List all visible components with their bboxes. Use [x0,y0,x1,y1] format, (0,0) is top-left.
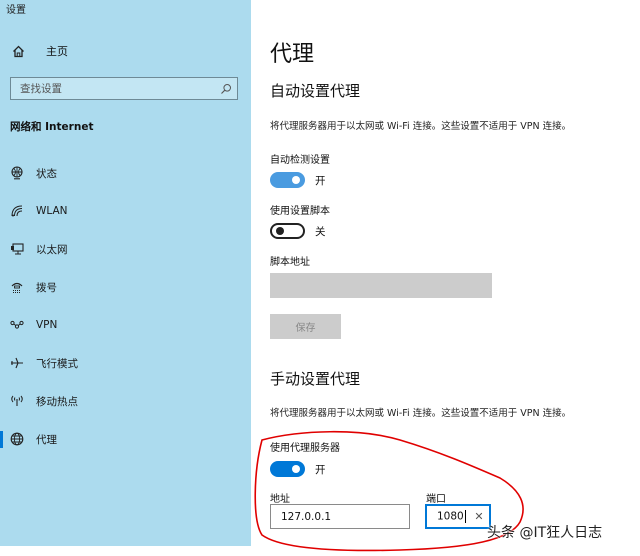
sidebar-item-airplane[interactable]: 飞行模式 [0,344,251,382]
sidebar-item-label: 移动热点 [36,395,78,408]
address-input[interactable]: 127.0.0.1 [270,504,410,529]
use-proxy-toggle[interactable]: 开 [270,461,326,477]
toggle-switch[interactable] [270,172,305,188]
hotspot-icon [9,393,25,409]
search-placeholder: 查找设置 [20,83,62,95]
use-proxy-label: 使用代理服务器 [270,443,340,454]
toggle-switch[interactable] [270,461,305,477]
clear-icon[interactable]: ✕ [469,510,489,523]
globe-icon [9,431,25,447]
auto-proxy-heading: 自动设置代理 [270,82,361,100]
sidebar-item-status[interactable]: 状态 [0,154,251,192]
use-script-label: 使用设置脚本 [270,206,330,217]
port-value: 1080 [437,510,464,523]
sidebar-item-label: 以太网 [36,243,68,256]
page-title: 代理 [270,42,315,67]
sidebar-home[interactable]: 主页 [10,43,68,59]
script-address-input[interactable] [270,273,492,298]
airplane-icon [9,355,25,371]
status-globe-icon [9,165,25,181]
sidebar-item-label: 代理 [36,433,57,446]
save-button[interactable]: 保存 [270,314,341,339]
toggle-switch[interactable] [270,223,305,239]
toggle-state: 开 [315,463,326,476]
use-script-toggle[interactable]: 关 [270,223,326,239]
wifi-icon [9,203,25,219]
auto-proxy-description: 将代理服务器用于以太网或 Wi-Fi 连接。这些设置不适用于 VPN 连接。 [270,121,572,132]
sidebar-nav: 状态 WLAN 以太网 拨号 VPN 飞行模式 移动热点 代理 [0,154,251,458]
watermark: 头条 @IT狂人日志 [487,525,603,541]
sidebar: 设置 主页 查找设置 网络和 Internet 状态 WLAN 以太网 拨号 V… [0,0,251,546]
dialup-icon [9,279,25,295]
sidebar-home-label: 主页 [46,45,68,58]
section-title: 网络和 Internet [10,121,94,133]
sidebar-item-dialup[interactable]: 拨号 [0,268,251,306]
sidebar-item-label: 飞行模式 [36,357,78,370]
sidebar-item-hotspot[interactable]: 移动热点 [0,382,251,420]
manual-proxy-description: 将代理服务器用于以太网或 Wi-Fi 连接。这些设置不适用于 VPN 连接。 [270,408,572,419]
manual-proxy-heading: 手动设置代理 [270,370,361,388]
sidebar-item-wlan[interactable]: WLAN [0,192,251,230]
port-label: 端口 [426,494,446,505]
text-caret [464,510,466,523]
vpn-icon [9,317,25,333]
sidebar-item-label: 状态 [36,167,57,180]
sidebar-item-vpn[interactable]: VPN [0,306,251,344]
main-content: 代理 自动设置代理 将代理服务器用于以太网或 Wi-Fi 连接。这些设置不适用于… [270,0,640,556]
settings-search-input[interactable]: 查找设置 [10,77,238,100]
sidebar-item-label: VPN [36,319,58,331]
search-icon[interactable] [215,78,237,99]
port-input[interactable]: 1080 ✕ [425,504,491,529]
auto-detect-toggle[interactable]: 开 [270,172,326,188]
sidebar-item-proxy[interactable]: 代理 [0,420,251,458]
toggle-state: 关 [315,225,326,238]
ethernet-icon [9,241,25,257]
address-value: 127.0.0.1 [281,510,332,523]
sidebar-item-label: WLAN [36,205,68,217]
sidebar-item-ethernet[interactable]: 以太网 [0,230,251,268]
app-title: 设置 [6,5,26,16]
sidebar-item-label: 拨号 [36,281,57,294]
toggle-state: 开 [315,174,326,187]
address-label: 地址 [270,494,290,505]
auto-detect-label: 自动检测设置 [270,155,330,166]
script-address-label: 脚本地址 [270,257,310,268]
home-icon [10,43,26,59]
